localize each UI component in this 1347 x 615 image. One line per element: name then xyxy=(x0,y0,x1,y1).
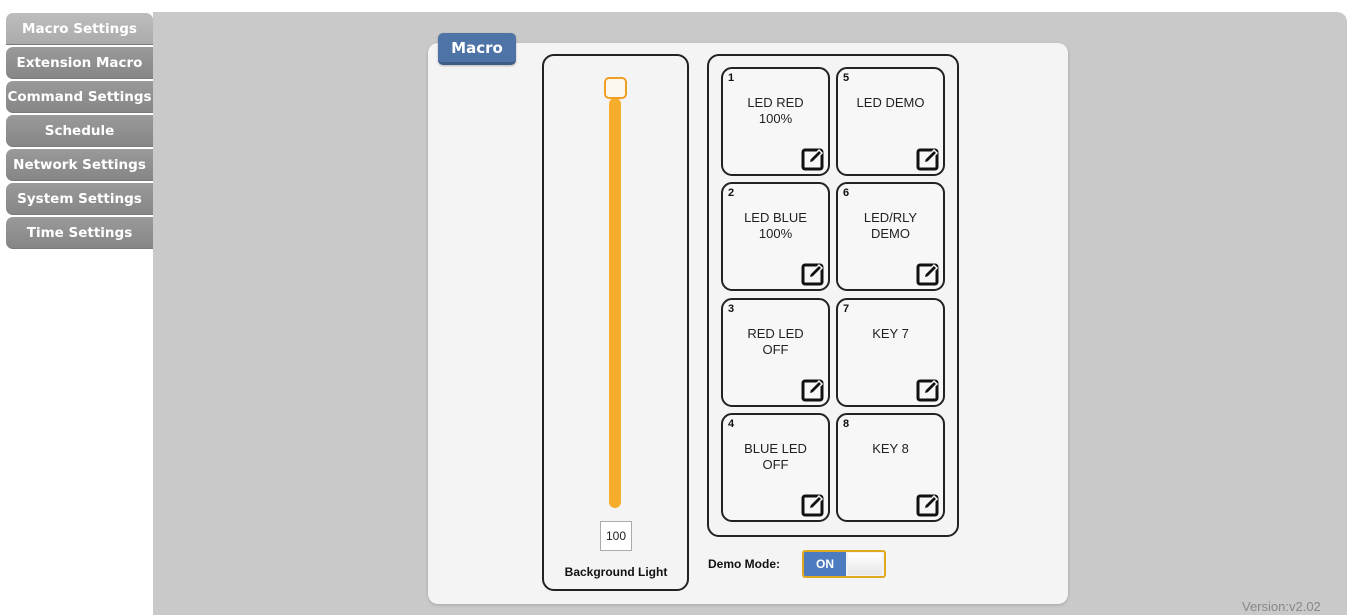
key-label: RED LED OFF xyxy=(747,326,804,357)
background-light-value[interactable]: 100 xyxy=(600,521,632,551)
key-1[interactable]: 1 LED RED 100% xyxy=(721,67,830,176)
edit-icon[interactable] xyxy=(801,493,825,517)
edit-icon[interactable] xyxy=(801,147,825,171)
key-2[interactable]: 2 LED BLUE 100% xyxy=(721,182,830,291)
nav-schedule[interactable]: Schedule xyxy=(6,115,153,147)
key-number: 8 xyxy=(843,418,850,430)
background-light-slider-track[interactable] xyxy=(609,98,621,508)
edit-icon[interactable] xyxy=(801,378,825,402)
demo-mode-toggle[interactable]: ON xyxy=(802,550,886,578)
panel-title: Macro xyxy=(438,33,516,65)
nav-macro-settings[interactable]: Macro Settings xyxy=(6,13,153,45)
key-number: 6 xyxy=(843,187,850,199)
nav-network-settings[interactable]: Network Settings xyxy=(6,149,153,181)
key-number: 5 xyxy=(843,72,850,84)
key-label: LED/RLY DEMO xyxy=(863,210,918,241)
key-label: LED DEMO xyxy=(856,95,925,110)
key-label: KEY 7 xyxy=(872,326,909,341)
key-number: 3 xyxy=(728,303,735,315)
key-label: BLUE LED OFF xyxy=(744,441,807,472)
key-4[interactable]: 4 BLUE LED OFF xyxy=(721,413,830,522)
key-label: LED BLUE 100% xyxy=(744,210,807,241)
key-number: 4 xyxy=(728,418,735,430)
edit-icon[interactable] xyxy=(916,147,940,171)
edit-icon[interactable] xyxy=(916,378,940,402)
background-light-slider-handle[interactable] xyxy=(604,77,627,99)
nav-system-settings[interactable]: System Settings xyxy=(6,183,153,215)
version-text: Version:v2.02 xyxy=(1242,599,1321,614)
key-number: 1 xyxy=(728,72,735,84)
key-label: KEY 8 xyxy=(872,441,909,456)
key-label: LED RED 100% xyxy=(747,95,804,126)
key-8[interactable]: 8 KEY 8 xyxy=(836,413,945,522)
nav-command-settings[interactable]: Command Settings xyxy=(6,81,153,113)
key-number: 7 xyxy=(843,303,850,315)
nav-time-settings[interactable]: Time Settings xyxy=(6,217,153,249)
key-7[interactable]: 7 KEY 7 xyxy=(836,298,945,407)
toggle-state: ON xyxy=(804,552,846,576)
background-light-label: Background Light xyxy=(564,565,668,579)
key-3[interactable]: 3 RED LED OFF xyxy=(721,298,830,407)
edit-icon[interactable] xyxy=(801,262,825,286)
key-5[interactable]: 5 LED DEMO xyxy=(836,67,945,176)
demo-mode-label: Demo Mode: xyxy=(708,557,780,571)
edit-icon[interactable] xyxy=(916,262,940,286)
edit-icon[interactable] xyxy=(916,493,940,517)
key-6[interactable]: 6 LED/RLY DEMO xyxy=(836,182,945,291)
key-number: 2 xyxy=(728,187,735,199)
toggle-knob xyxy=(848,553,882,575)
nav-extension-macro[interactable]: Extension Macro xyxy=(6,47,153,79)
